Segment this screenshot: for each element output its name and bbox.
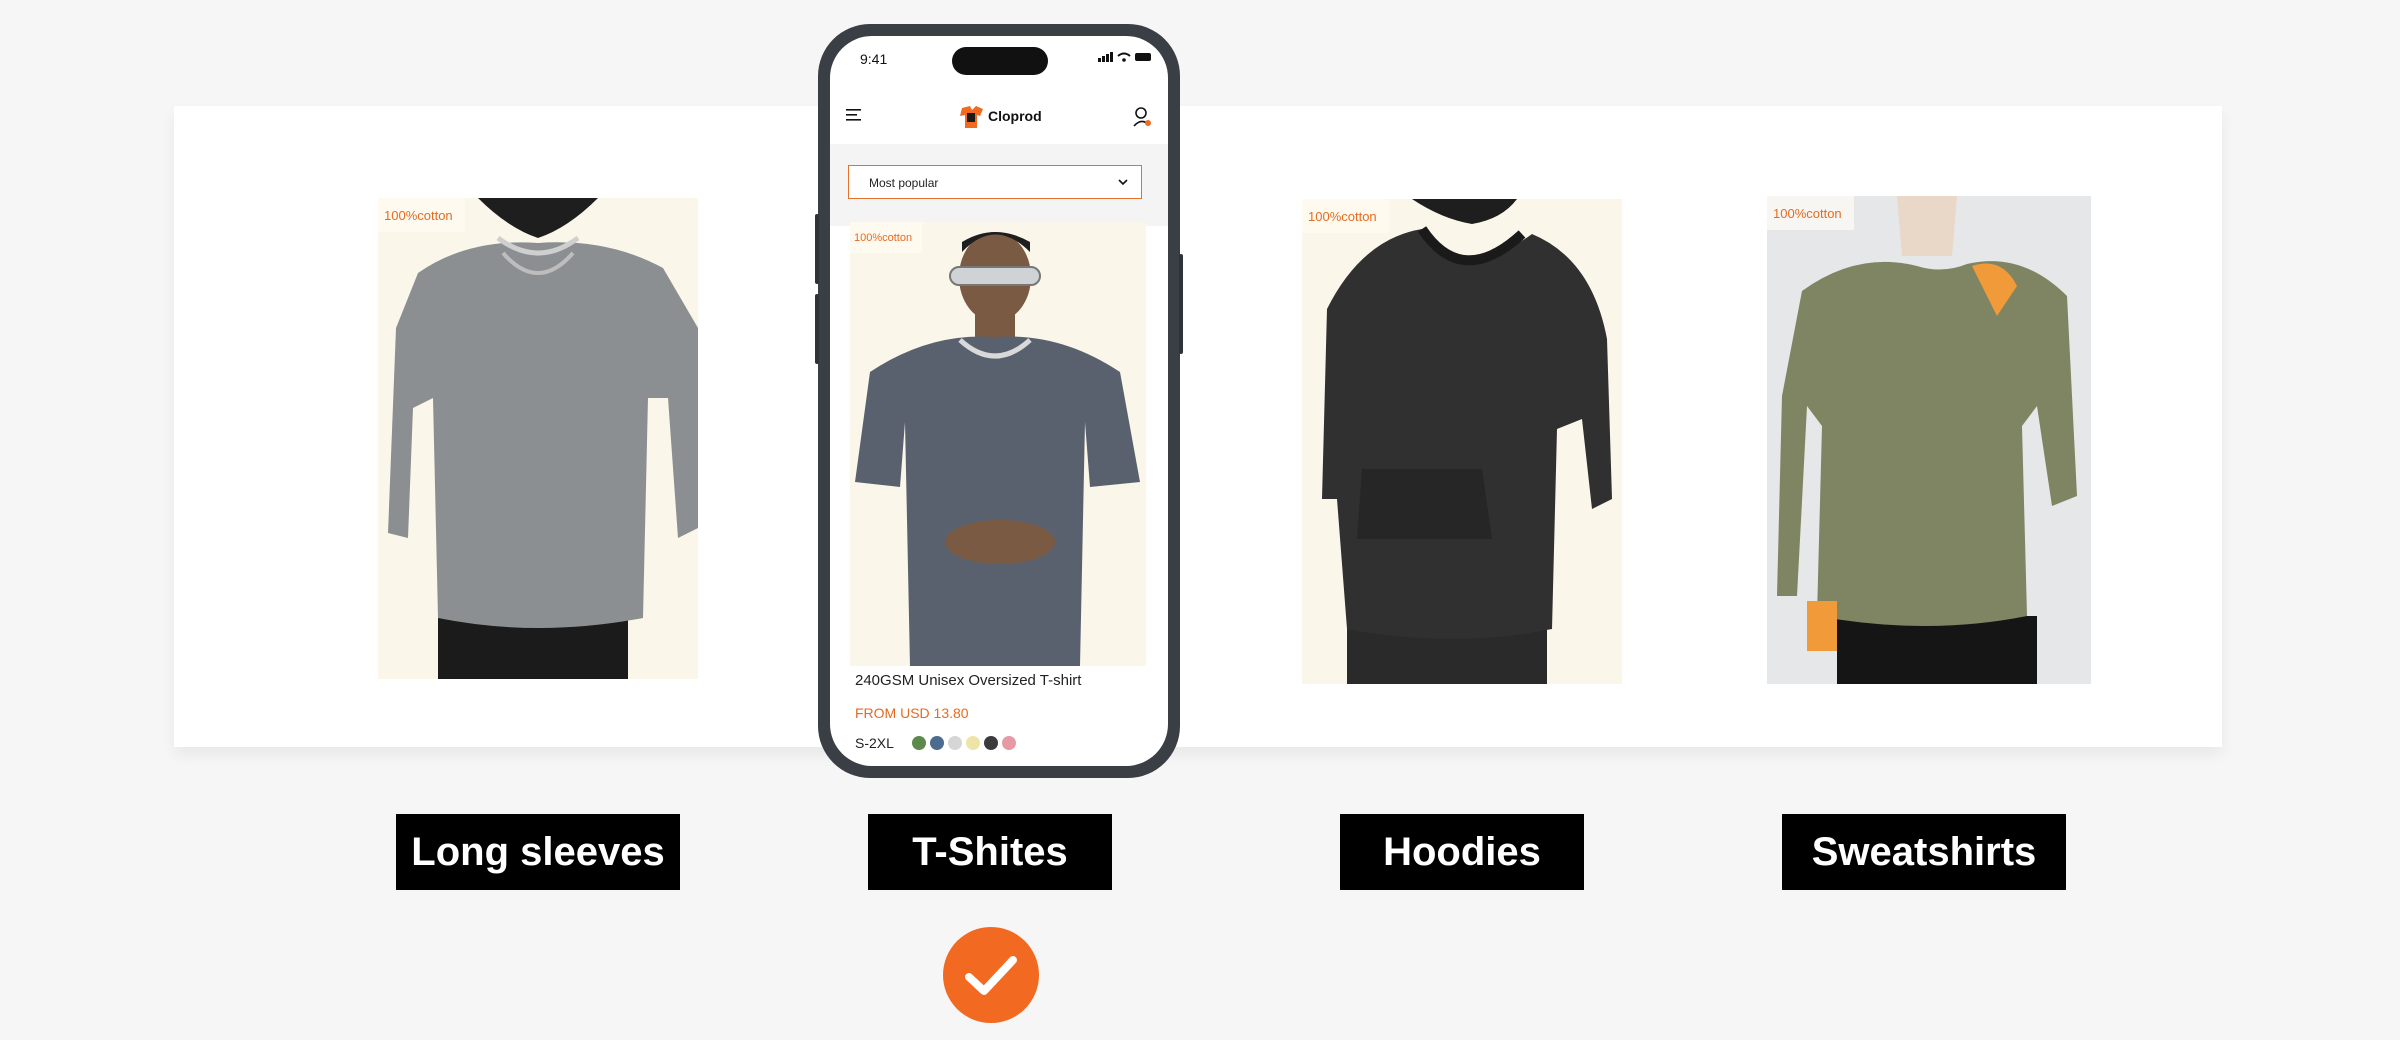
phone-power-button	[1179, 254, 1183, 354]
chevron-down-icon	[1118, 179, 1128, 186]
long-sleeve-illustration	[378, 198, 698, 679]
category-long-sleeves[interactable]: Long sleeves	[396, 814, 680, 890]
material-tag: 100%cotton	[1767, 196, 1854, 230]
color-swatch[interactable]	[912, 736, 926, 750]
dynamic-island	[952, 47, 1048, 75]
material-tag: 100%cotton	[1302, 199, 1389, 233]
hoodie-illustration	[1302, 199, 1622, 684]
user-account-icon[interactable]	[1132, 106, 1152, 128]
color-swatch[interactable]	[1002, 736, 1016, 750]
status-time: 9:41	[860, 51, 888, 67]
category-hoodies[interactable]: Hoodies	[1340, 814, 1584, 890]
checkmark-icon	[965, 956, 1017, 995]
product-title[interactable]: 240GSM Unisex Oversized T-shirt	[855, 672, 1081, 689]
phone-screen: 9:41 Cloprod Most popular 100%cotton 240…	[830, 36, 1168, 766]
filter-bar: Most popular	[830, 144, 1168, 226]
category-sweatshirts[interactable]: Sweatshirts	[1782, 814, 2066, 890]
product-sizes: S-2XL	[855, 735, 894, 751]
material-tag: 100%cotton	[850, 222, 923, 253]
sweatshirt-illustration	[1767, 196, 2091, 684]
brand-name[interactable]: Cloprod	[988, 108, 1042, 124]
tshirt-illustration	[850, 222, 1146, 666]
color-swatch[interactable]	[966, 736, 980, 750]
brand-logo-icon	[960, 106, 983, 128]
color-swatch[interactable]	[984, 736, 998, 750]
menu-icon[interactable]	[846, 108, 862, 122]
sweatshirt-product-image[interactable]: 100%cotton	[1767, 196, 2091, 684]
color-swatch[interactable]	[930, 736, 944, 750]
hoodie-product-image[interactable]: 100%cotton	[1302, 199, 1622, 684]
color-swatch[interactable]	[948, 736, 962, 750]
selected-check-badge	[943, 927, 1039, 1023]
material-tag: 100%cotton	[378, 198, 465, 232]
sort-select-value: Most popular	[869, 176, 939, 190]
app-header: Cloprod	[830, 94, 1168, 142]
sort-select[interactable]: Most popular	[848, 165, 1142, 199]
product-price: FROM USD 13.80	[855, 705, 969, 721]
tshirt-product-image[interactable]: 100%cotton	[850, 222, 1146, 666]
long-sleeve-product-image[interactable]: 100%cotton	[378, 198, 698, 679]
category-t-shirts[interactable]: T-Shites	[868, 814, 1112, 890]
color-swatches	[912, 736, 1016, 750]
phone-side-button	[815, 294, 819, 364]
status-icons	[1098, 52, 1151, 62]
phone-mockup: 9:41 Cloprod Most popular 100%cotton 240…	[815, 24, 1183, 778]
phone-side-button	[815, 214, 819, 284]
